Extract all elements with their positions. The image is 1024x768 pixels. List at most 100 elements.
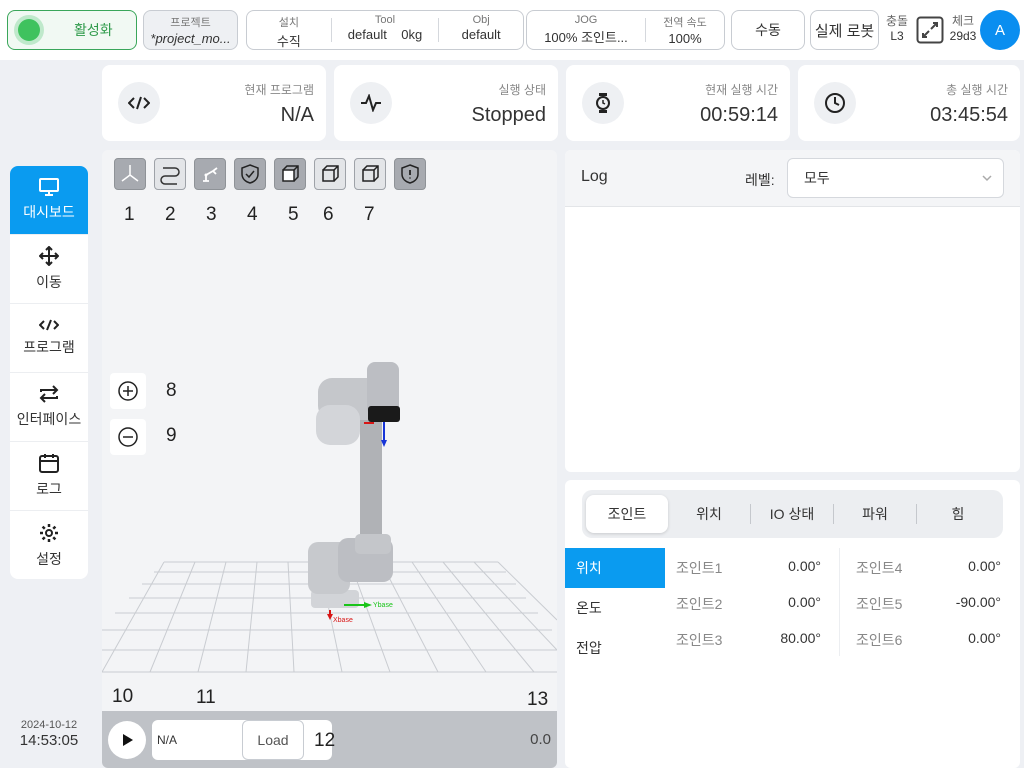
- card-value: 03:45:54: [930, 104, 1008, 126]
- card-title: 현재 실행 시간: [705, 83, 778, 97]
- tab-io-status[interactable]: IO 상태: [751, 495, 833, 533]
- marker-5: 5: [288, 204, 299, 225]
- user-avatar[interactable]: A: [980, 10, 1020, 50]
- robot-data-panel: 조인트 위치 IO 상태 파워 힘 위치 온도 전압 조인트1 0.00° 조인…: [565, 480, 1020, 768]
- subtab-position[interactable]: 위치: [565, 548, 665, 588]
- move-icon: [39, 246, 59, 266]
- nav-label: 프로그램: [23, 339, 75, 355]
- load-button[interactable]: Load: [242, 720, 304, 760]
- status-dot-icon: [18, 19, 40, 41]
- nav-label: 설정: [36, 550, 62, 567]
- system-clock: 2024-10-12 14:53:05: [10, 719, 88, 749]
- joint-name: 조인트2: [676, 596, 723, 612]
- activate-label: 활성화: [74, 22, 113, 38]
- joint-value: 0.00°: [968, 630, 1001, 646]
- robot-3d-viewport[interactable]: Xbase Ybase 1 2 3 4 5 6 7 8 9 10 11 13 N…: [102, 150, 557, 768]
- activate-button[interactable]: 활성화: [7, 10, 137, 50]
- install-value: 수직: [276, 34, 301, 49]
- view-front-button[interactable]: [274, 158, 306, 190]
- joint-value: 80.00°: [780, 630, 821, 646]
- marker-6: 6: [323, 204, 334, 225]
- robot-arm-icon: [203, 167, 218, 182]
- marker-9: 9: [166, 425, 177, 446]
- log-level-select[interactable]: 모두: [787, 158, 1004, 198]
- play-button[interactable]: [108, 721, 146, 759]
- collision-level[interactable]: 충돌 L3: [882, 14, 912, 44]
- joint-value: 0.00°: [788, 558, 821, 574]
- joint-values: 조인트1 0.00° 조인트2 0.00° 조인트3 80.00° 조인트4 0…: [665, 548, 1020, 668]
- joint-row: 조인트4 0.00°: [845, 548, 1015, 584]
- tab-power[interactable]: 파워: [834, 495, 916, 533]
- zoom-in-button[interactable]: [110, 373, 146, 409]
- subtab-voltage[interactable]: 전압: [565, 628, 665, 668]
- joint-name: 조인트3: [676, 632, 723, 648]
- joint-column-left: 조인트1 0.00° 조인트2 0.00° 조인트3 80.00°: [665, 548, 835, 656]
- joint-row: 조인트6 0.00°: [845, 620, 1015, 656]
- tab-force[interactable]: 힘: [917, 495, 999, 533]
- view-side-button[interactable]: [314, 158, 346, 190]
- global-speed-title: 전역 속도: [663, 17, 707, 29]
- log-title: Log: [581, 168, 608, 185]
- joint-name: 조인트4: [856, 560, 903, 576]
- nav-program[interactable]: 프로그램: [10, 304, 88, 373]
- view-safety-button[interactable]: [234, 158, 266, 190]
- tool-cell: Tool default 0kg: [332, 11, 439, 49]
- swap-icon: [39, 385, 59, 403]
- view-axes-button[interactable]: [114, 158, 146, 190]
- subtab-temperature[interactable]: 온도: [565, 588, 665, 628]
- joint-row: 조인트3 80.00°: [665, 620, 835, 656]
- monitor-icon: [39, 178, 59, 196]
- view-top-button[interactable]: [354, 158, 386, 190]
- nav-label: 대시보드: [23, 204, 75, 220]
- view-robot-button[interactable]: [194, 158, 226, 190]
- real-robot-button[interactable]: 실제 로봇: [810, 10, 879, 50]
- tab-joint[interactable]: 조인트: [586, 495, 668, 533]
- manual-mode-button[interactable]: 수동: [731, 10, 805, 50]
- joint-value: -90.00°: [955, 594, 1001, 610]
- total-runtime-card: 총 실행 시간 03:45:54: [798, 65, 1020, 141]
- tool-title: Tool: [374, 14, 396, 26]
- nav-log[interactable]: 로그: [10, 442, 88, 511]
- marker-13: 13: [527, 689, 549, 710]
- marker-1: 1: [124, 204, 135, 225]
- card-title: 현재 프로그램: [244, 83, 314, 97]
- nav-interface[interactable]: 인터페이스: [10, 373, 88, 442]
- tool-value: default 0kg: [347, 27, 423, 42]
- view-path-button[interactable]: [154, 158, 186, 190]
- checksum-value: 29d3: [949, 29, 977, 43]
- marker-2: 2: [165, 204, 176, 225]
- nav-settings[interactable]: 설정: [10, 511, 88, 579]
- nav-dashboard[interactable]: 대시보드: [10, 166, 88, 235]
- nav-label: 로그: [36, 481, 62, 497]
- jog-title: JOG: [574, 14, 598, 26]
- top-bar: 활성화 프로젝트 *project_mo... 설치 수직 Tool defau…: [0, 0, 1024, 60]
- view-warning-button[interactable]: [394, 158, 426, 190]
- card-value: Stopped: [471, 104, 546, 126]
- stopwatch-icon: [582, 82, 624, 124]
- play-icon: [123, 734, 133, 746]
- log-panel: Log 레벨: 모두: [565, 150, 1020, 472]
- speed-value: 0.0: [530, 731, 551, 748]
- program-control-bar: N/A Load 12 0.0: [102, 711, 557, 768]
- nav-label: 인터페이스: [16, 411, 82, 427]
- cube-top-icon: [362, 165, 379, 182]
- fullscreen-icon[interactable]: [916, 16, 944, 44]
- log-level-value: 모두: [804, 170, 830, 186]
- jog-settings[interactable]: JOG 100% 조인트... 전역 속도 100%: [526, 10, 725, 50]
- install-settings[interactable]: 설치 수직 Tool default 0kg Obj default: [246, 10, 524, 50]
- install-cell: 설치 수직: [247, 11, 331, 49]
- chevron-down-icon: [982, 175, 992, 182]
- system-date: 2024-10-12: [20, 719, 78, 731]
- minus-circle-icon: [118, 427, 138, 447]
- calendar-icon: [39, 454, 59, 473]
- data-tabs: 조인트 위치 IO 상태 파워 힘: [582, 490, 1003, 538]
- marker-3: 3: [206, 204, 217, 225]
- program-name-text: N/A: [157, 733, 178, 747]
- zoom-out-button[interactable]: [110, 419, 146, 455]
- marker-7: 7: [364, 204, 375, 225]
- nav-move[interactable]: 이동: [10, 235, 88, 304]
- global-speed-value: 100%: [668, 31, 702, 46]
- tab-position[interactable]: 위치: [668, 495, 750, 533]
- pulse-icon: [350, 82, 392, 124]
- project-selector[interactable]: 프로젝트 *project_mo...: [143, 10, 238, 50]
